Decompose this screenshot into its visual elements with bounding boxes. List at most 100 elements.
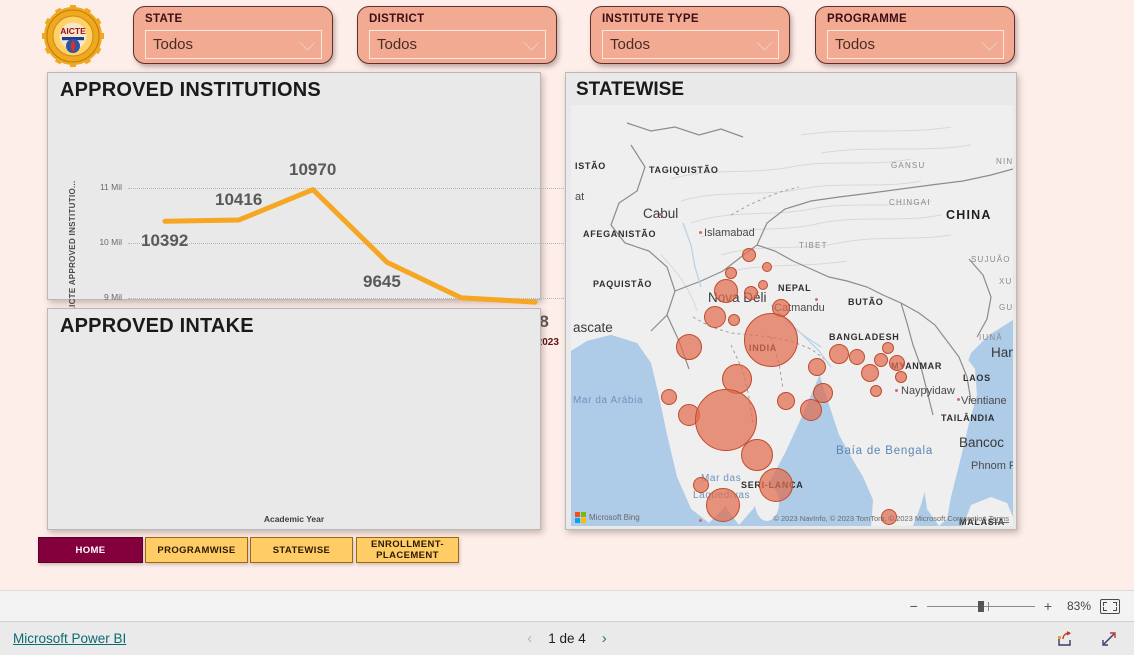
slicer-institute-type[interactable]: INSTITUTE TYPE Todos	[590, 6, 790, 64]
line-chart-plot-area: 1039210416109709645899789182017-20182018…	[128, 160, 572, 348]
slicer-state[interactable]: STATE Todos	[133, 6, 333, 64]
zoom-in-button[interactable]: +	[1044, 599, 1052, 613]
aicte-logo: AICTE	[40, 5, 106, 67]
nav-button-programwise-label: PROGRAMWISE	[157, 544, 236, 556]
map-data-bubble[interactable]	[704, 306, 726, 328]
chevron-left-icon[interactable]: ‹	[527, 631, 532, 646]
report-footer: Microsoft Power BI ‹ 1 de 4 ›	[0, 622, 1134, 655]
approved-intake-title: APPROVED INTAKE	[60, 315, 254, 337]
slicer-state-value: Todos	[153, 36, 194, 53]
map-data-bubble[interactable]	[849, 349, 865, 365]
map-data-bubble[interactable]	[870, 385, 882, 397]
statewise-map-title: STATEWISE	[576, 79, 685, 100]
line-series	[162, 187, 538, 305]
chevron-down-icon	[981, 34, 998, 51]
slicer-institute-type-dropdown[interactable]: Todos	[602, 30, 779, 59]
map-data-bubble[interactable]	[895, 371, 907, 383]
slicer-programme-dropdown[interactable]: Todos	[827, 30, 1004, 59]
map-data-bubble[interactable]	[808, 358, 826, 376]
slicer-programme-label: PROGRAMME	[827, 13, 908, 25]
fullscreen-icon[interactable]	[1100, 630, 1118, 648]
map-data-bubble[interactable]	[693, 477, 709, 493]
map-data-bubble[interactable]	[728, 314, 740, 326]
statewise-map[interactable]: STATEWISE ISTÃO at TAGIQUISTÃO AFEGANIST…	[565, 72, 1017, 530]
chevron-down-icon	[523, 34, 540, 51]
map-basemap	[571, 105, 1013, 526]
map-data-bubble[interactable]	[882, 342, 894, 354]
slicer-state-label: STATE	[145, 13, 183, 25]
slicer-district[interactable]: DISTRICT Todos	[357, 6, 557, 64]
line-data-label: 10392	[141, 231, 189, 251]
zoom-out-button[interactable]: −	[910, 599, 918, 613]
bing-logo-text: Microsoft Bing	[589, 513, 640, 522]
slicer-institute-type-value: Todos	[610, 36, 651, 53]
map-data-bubble[interactable]	[874, 353, 888, 367]
nav-button-enrollment-placement[interactable]: ENROLLMENT-PLACEMENT	[356, 537, 459, 563]
map-attribution-text: © 2023 NavInfo, © 2023 TomTom, © 2023 Mi…	[773, 514, 987, 523]
share-icon[interactable]	[1056, 630, 1074, 648]
map-data-bubble[interactable]	[829, 344, 849, 364]
nav-button-home-label: HOME	[75, 544, 106, 556]
map-city-dot	[957, 398, 960, 401]
nav-button-home[interactable]: HOME	[38, 537, 143, 563]
zoom-slider[interactable]	[926, 600, 1035, 612]
approved-institutions-chart[interactable]: APPROVED INSTITUTIONS AICTE APPROVED INS…	[47, 72, 572, 366]
nav-button-programwise[interactable]: PROGRAMWISE	[145, 537, 248, 563]
page-navigation: ‹ 1 de 4 ›	[527, 631, 607, 646]
map-data-bubble[interactable]	[800, 399, 822, 421]
map-data-bubble[interactable]	[661, 389, 677, 405]
chevron-down-icon	[756, 34, 773, 51]
report-canvas: AICTE STATE Todos DISTRICT Todos INSTITU…	[0, 0, 1134, 590]
slicer-programme-value: Todos	[835, 36, 876, 53]
map-data-bubble[interactable]	[725, 267, 737, 279]
map-viewport[interactable]: ISTÃOatTAGIQUISTÃOCabulAFEGANISTÃOIslama…	[571, 105, 1013, 526]
map-data-bubble[interactable]	[744, 286, 758, 300]
map-city-dot	[659, 213, 662, 216]
map-data-bubble[interactable]	[742, 248, 756, 262]
map-data-bubble[interactable]	[758, 280, 768, 290]
fit-to-page-icon[interactable]	[1100, 598, 1120, 614]
slicer-district-value: Todos	[377, 36, 418, 53]
power-bi-link[interactable]: Microsoft Power BI	[13, 631, 126, 646]
line-chart-y-tick: 11 Mil	[99, 181, 122, 192]
zoom-slider-tick	[988, 602, 990, 611]
map-city-dot	[699, 231, 702, 234]
map-data-bubble[interactable]	[777, 392, 795, 410]
slicer-institute-type-label: INSTITUTE TYPE	[602, 13, 699, 25]
chevron-right-icon[interactable]: ›	[602, 631, 607, 646]
nav-button-statewise-label: STATEWISE	[272, 544, 331, 556]
nav-button-statewise[interactable]: STATEWISE	[250, 537, 353, 563]
map-data-bubble[interactable]	[759, 468, 793, 502]
line-data-label: 10416	[215, 189, 263, 209]
chevron-down-icon	[299, 34, 316, 51]
approved-institutions-title: APPROVED INSTITUTIONS	[60, 79, 321, 101]
map-city-dot	[699, 519, 702, 522]
nav-button-enrollment-placement-label: ENROLLMENT-PLACEMENT	[370, 539, 444, 561]
map-data-bubble[interactable]	[744, 313, 798, 367]
map-data-bubble[interactable]	[889, 355, 905, 371]
map-data-bubble[interactable]	[714, 279, 738, 303]
approved-intake-chart[interactable]: APPROVED INTAKE APPROVED INTAKE 35508972…	[47, 308, 541, 530]
page-indicator: 1 de 4	[548, 631, 586, 646]
svg-text:AICTE: AICTE	[60, 26, 86, 36]
map-city-dot	[815, 298, 818, 301]
line-chart-y-tick: 9 Mil	[104, 291, 122, 302]
map-data-bubble[interactable]	[676, 334, 702, 360]
line-data-label: 10970	[289, 159, 337, 179]
zoom-slider-thumb[interactable]	[977, 601, 984, 612]
map-data-bubble[interactable]	[762, 262, 772, 272]
footer-actions	[1056, 630, 1118, 648]
slicer-district-dropdown[interactable]: Todos	[369, 30, 546, 59]
zoom-level-label: 83%	[1066, 599, 1091, 613]
map-terms-link[interactable]: Terms	[989, 514, 1009, 523]
map-data-bubble[interactable]	[861, 364, 879, 382]
map-data-bubble[interactable]	[706, 488, 740, 522]
bar-chart-x-axis-title: Academic Year	[263, 514, 325, 524]
slicer-district-label: DISTRICT	[369, 13, 425, 25]
map-data-bubble[interactable]	[741, 439, 773, 471]
slicer-state-dropdown[interactable]: Todos	[145, 30, 322, 59]
slicer-programme[interactable]: PROGRAMME Todos	[815, 6, 1015, 64]
zoom-toolbar: − + 83%	[0, 590, 1134, 622]
bing-logo: Microsoft Bing	[575, 512, 640, 523]
map-city-dot	[895, 389, 898, 392]
